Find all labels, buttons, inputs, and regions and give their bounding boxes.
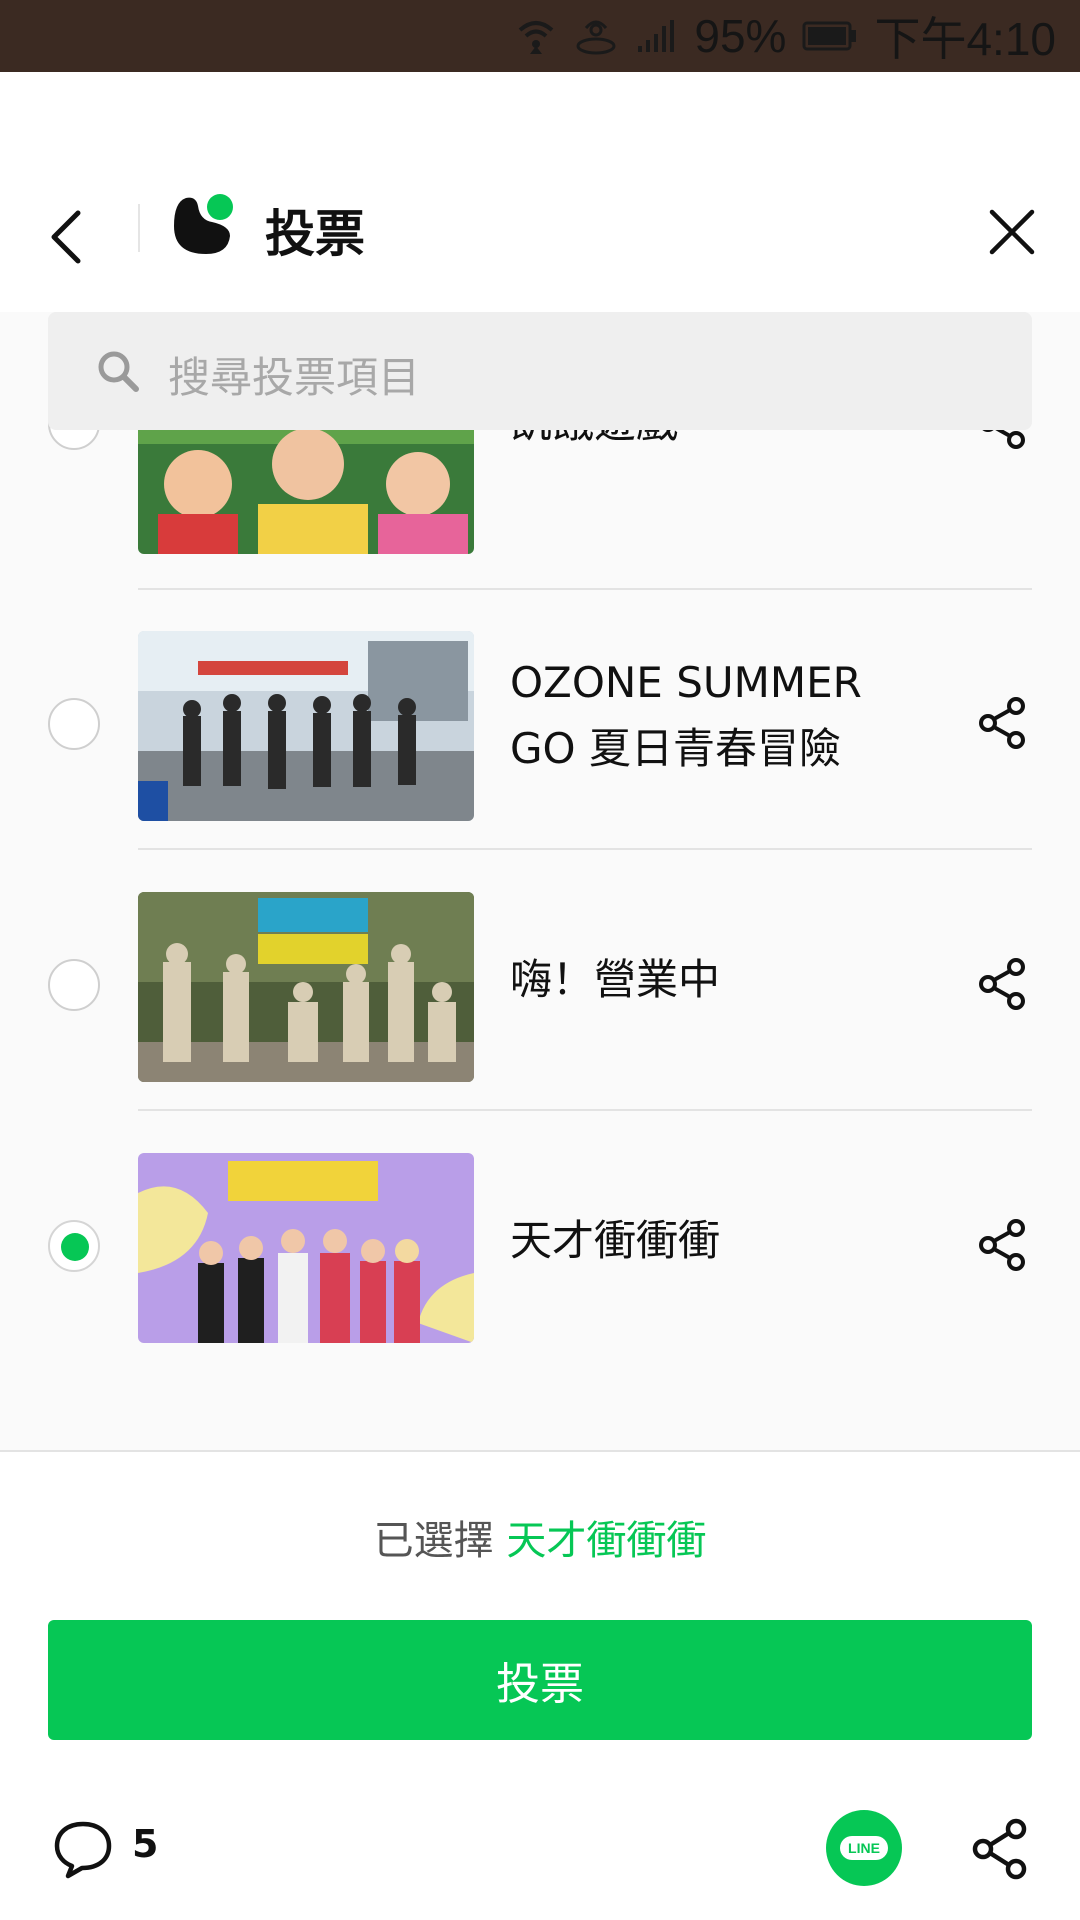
back-icon <box>51 210 81 264</box>
search-icon <box>98 351 139 392</box>
footer-divider <box>0 1450 1080 1452</box>
share-icon <box>979 958 1025 1010</box>
line-icon: LINE <box>840 1836 888 1860</box>
radio-button-selected[interactable] <box>48 1220 100 1272</box>
vote-button[interactable]: 投票 <box>48 1620 1032 1740</box>
radio-button[interactable] <box>48 698 100 750</box>
signal-icon <box>634 14 678 58</box>
selected-value: 天才衝衝衝 <box>506 1518 707 1564</box>
bottom-bar: 5 LINE <box>0 1778 1080 1920</box>
vote-item[interactable]: 嗨！營業中 <box>0 849 1080 1111</box>
search-placeholder: 搜尋投票項目 <box>168 353 421 402</box>
radio-button[interactable] <box>48 959 100 1011</box>
vote-item[interactable]: 天才衝衝衝 <box>0 1110 1080 1372</box>
item-thumbnail <box>138 892 474 1082</box>
header: 投票 <box>0 72 1080 312</box>
close-icon <box>989 209 1035 255</box>
item-thumbnail <box>138 631 474 821</box>
share-icon <box>979 1219 1025 1271</box>
close-button[interactable] <box>984 204 1040 260</box>
item-title-line2: GO 夏日青春冒險 <box>510 724 841 773</box>
item-title: 嗨！營業中 <box>510 955 721 1004</box>
comment-icon <box>54 1821 112 1879</box>
status-bar: 95% 下午4:10 <box>0 0 1080 72</box>
share-button[interactable] <box>976 696 1030 750</box>
bottom-share-button[interactable] <box>970 1818 1030 1880</box>
selected-summary: 已選擇 天才衝衝衝 <box>0 1508 1080 1566</box>
item-title-line1: OZONE SUMMER <box>510 658 862 707</box>
comment-button[interactable] <box>52 1818 114 1880</box>
back-button[interactable] <box>40 197 90 277</box>
app-logo-icon <box>172 192 238 258</box>
vote-item[interactable]: OZONE SUMMER GO 夏日青春冒險 <box>0 588 1080 850</box>
share-icon <box>979 697 1025 749</box>
item-title: 天才衝衝衝 <box>510 1216 721 1265</box>
share-button[interactable] <box>976 957 1030 1011</box>
line-share-button[interactable]: LINE <box>826 1810 902 1886</box>
comment-count: 5 <box>132 1822 159 1866</box>
share-icon <box>972 1818 1027 1880</box>
share-button[interactable] <box>976 1218 1030 1272</box>
hotspot-icon <box>574 14 618 58</box>
status-time: 下午4:10 <box>874 13 1056 65</box>
vote-list-area[interactable]: 搜尋投票項目 飢餓遊戲 <box>0 312 1080 1450</box>
selected-prefix: 已選擇 <box>373 1518 494 1564</box>
wifi-icon <box>514 14 558 58</box>
item-title: OZONE SUMMER GO 夏日青春冒險 <box>510 650 890 782</box>
page-title: 投票 <box>265 205 365 263</box>
item-thumbnail <box>138 1153 474 1343</box>
battery-percent: 95% <box>694 10 787 62</box>
battery-icon <box>802 14 858 58</box>
search-input[interactable]: 搜尋投票項目 <box>48 312 1032 430</box>
header-divider <box>138 204 140 252</box>
